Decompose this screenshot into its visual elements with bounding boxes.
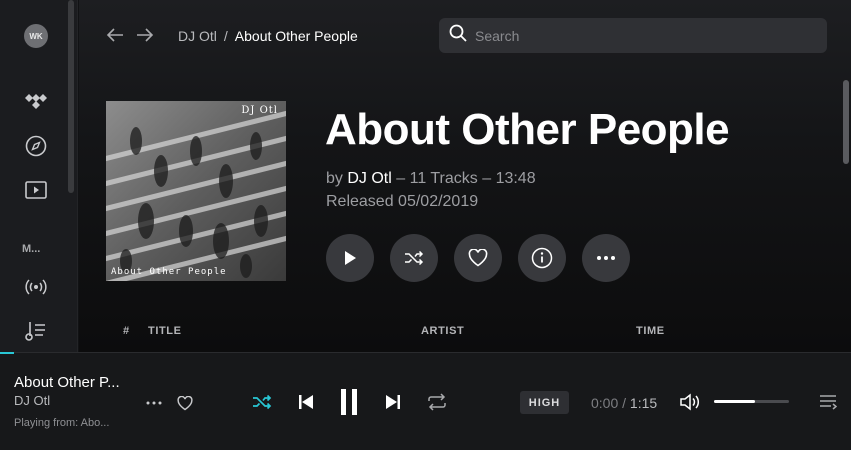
playback-progress[interactable] — [0, 352, 14, 354]
album-actions — [326, 234, 630, 282]
cover-album-text: About Other People — [111, 267, 227, 277]
track-duration: 1:15 — [629, 395, 658, 411]
album-title: About Other People — [325, 105, 730, 154]
artist-link[interactable]: DJ Otl — [347, 170, 391, 187]
play-icon — [345, 251, 356, 265]
main-content: DJ Otl / About Other People DJ Otl About… — [79, 0, 851, 352]
shuffle-button[interactable] — [390, 234, 438, 282]
play-button[interactable] — [326, 234, 374, 282]
search-icon — [449, 24, 467, 47]
playlist-icon[interactable] — [22, 317, 50, 345]
now-playing-artist[interactable]: DJ Otl — [14, 393, 50, 408]
avatar[interactable]: WK — [24, 24, 48, 48]
elapsed-time: 0:00 — [591, 395, 619, 411]
more-options-button[interactable] — [582, 234, 630, 282]
forward-arrow-icon[interactable] — [134, 24, 156, 46]
now-playing-title[interactable]: About Other P... — [14, 374, 120, 391]
by-prefix: by — [326, 170, 343, 187]
volume-level — [714, 400, 756, 403]
cover-artist-text: DJ Otl — [241, 105, 278, 116]
album-meta: by DJ Otl – 11 Tracks – 13:48 — [326, 170, 536, 188]
heart-icon — [468, 249, 488, 267]
radio-broadcast-icon[interactable] — [22, 273, 50, 301]
column-header-number: # — [123, 325, 130, 337]
player-bar: About Other P... DJ Otl Playing from: Ab… — [0, 352, 851, 450]
info-button[interactable] — [518, 234, 566, 282]
breadcrumb-separator: / — [223, 28, 228, 44]
breadcrumb-parent-link[interactable]: DJ Otl — [178, 28, 217, 44]
playing-from[interactable]: Playing from: Abo... — [14, 417, 109, 429]
volume-slider[interactable] — [714, 400, 789, 403]
favorite-button[interactable] — [454, 234, 502, 282]
quality-badge[interactable]: HIGH — [520, 391, 569, 414]
repeat-icon[interactable] — [424, 389, 450, 415]
back-arrow-icon[interactable] — [104, 24, 126, 46]
column-header-title[interactable]: TITLE — [148, 325, 182, 337]
search-bar[interactable] — [439, 18, 827, 53]
shuffle-icon[interactable] — [249, 390, 275, 414]
info-icon — [531, 247, 553, 269]
heart-icon[interactable] — [175, 393, 195, 413]
time-separator: / — [622, 395, 627, 411]
explore-compass-icon[interactable] — [22, 132, 50, 160]
playback-time: 0:00 / 1:15 — [591, 395, 657, 411]
tidal-logo-icon[interactable] — [22, 88, 50, 116]
column-header-artist[interactable]: ARTIST — [421, 325, 464, 337]
shuffle-icon — [405, 250, 424, 266]
release-date: Released 05/02/2019 — [326, 193, 479, 210]
play-queue-icon[interactable] — [816, 391, 840, 413]
video-icon[interactable] — [22, 176, 50, 204]
main-scrollbar[interactable] — [843, 80, 849, 164]
pause-icon[interactable] — [336, 387, 362, 417]
column-header-time[interactable]: TIME — [636, 325, 665, 337]
album-cover[interactable]: DJ Otl About Other People — [106, 101, 286, 281]
breadcrumb-current: About Other People — [234, 28, 358, 44]
next-track-icon[interactable] — [381, 390, 405, 414]
sidebar-scrollbar[interactable] — [68, 0, 74, 193]
album-details: – 11 Tracks – 13:48 — [391, 170, 536, 187]
search-input[interactable] — [475, 27, 805, 44]
previous-track-icon[interactable] — [294, 390, 318, 414]
more-options-icon[interactable] — [144, 395, 164, 411]
my-collection-label: M... — [22, 243, 41, 255]
sidebar: WK M... — [0, 0, 78, 352]
volume-icon[interactable] — [678, 391, 702, 413]
more-dots-icon — [597, 256, 615, 260]
breadcrumb: DJ Otl / About Other People — [178, 28, 358, 44]
